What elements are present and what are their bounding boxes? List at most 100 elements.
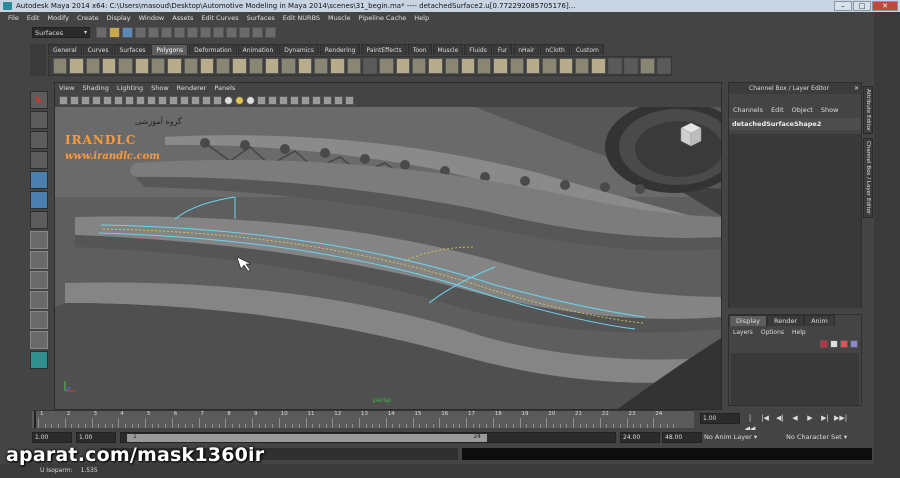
select-camera-icon[interactable] [59,96,68,105]
boolean-intersection-icon[interactable] [330,58,345,74]
range-slider-handle[interactable]: 1 24 [127,433,487,442]
smooth-shade-icon[interactable] [191,96,200,105]
poly-plane-icon[interactable] [118,58,133,74]
step-back-key-button[interactable]: |◀ [759,413,771,424]
split-polygon-icon[interactable] [477,58,492,74]
layer-tab-render[interactable]: Render [766,315,805,326]
poly-helix-icon[interactable] [199,58,215,74]
animation-end-field[interactable]: 48.00 [662,432,702,443]
boolean-union-icon[interactable] [297,58,312,74]
modeling-toolkit-icon[interactable] [30,351,48,369]
shelf-tab-ncloth[interactable]: nCloth [540,44,570,55]
time-slider[interactable]: 1 2 3 4 5 6 7 8 9 10 11 12 13 14 15 16 17 18 19 20 21 22 23 24 [32,410,694,428]
menu-edit[interactable]: Edit [23,12,44,24]
persp-graph-layout-icon[interactable] [30,291,48,309]
make-hole-icon[interactable] [444,58,459,74]
select-tool-icon[interactable] [30,91,48,109]
shelf-tab-polygons[interactable]: Polygons [151,44,189,55]
safe-action-icon[interactable] [158,96,167,105]
shelf-tab-toon[interactable]: Toon [407,44,432,55]
cb-menu-channels[interactable]: Channels [729,104,767,116]
resolution-gate-icon[interactable] [125,96,134,105]
render-settings-icon[interactable] [265,26,276,38]
default-light-icon[interactable] [224,96,233,105]
hypershade-layout-icon[interactable] [30,311,48,329]
shelf-tab-surfaces[interactable]: Surfaces [114,44,151,55]
camera-attributes-icon[interactable] [70,96,79,105]
cb-menu-object[interactable]: Object [788,104,817,116]
cylindrical-mapping-icon[interactable] [623,58,639,74]
select-object-icon[interactable] [148,26,159,38]
collapse-icon[interactable] [591,58,606,74]
shelf-options[interactable] [30,44,46,76]
menu-modify[interactable]: Modify [43,12,73,24]
snap-point-icon[interactable] [200,26,211,38]
menu-file[interactable]: File [4,12,23,24]
shelf-tab-custom[interactable]: Custom [570,44,604,55]
poly-cube-icon[interactable] [69,58,84,74]
lasso-tool-icon[interactable] [30,111,48,129]
fill-hole-icon[interactable] [428,58,443,74]
menu-window[interactable]: Window [135,12,169,24]
current-time-marker[interactable] [34,411,36,428]
shelf-tab-curves[interactable]: Curves [82,44,114,55]
insert-edge-loop-icon[interactable] [493,58,508,74]
render-icon[interactable] [239,26,250,38]
combine-icon[interactable] [248,58,264,74]
menu-surfaces[interactable]: Surfaces [243,12,279,24]
persp-outliner-layout-icon[interactable] [30,271,48,289]
poly-pipe-icon[interactable] [183,58,198,74]
paint-select-tool-icon[interactable] [30,131,48,149]
minimize-button[interactable]: – [834,1,852,11]
viewport-menu-shading[interactable]: Shading [78,83,112,94]
viewport-menu-panels[interactable]: Panels [210,83,239,94]
range-slider[interactable]: 1 24 [120,432,616,443]
planar-mapping-icon[interactable] [607,58,622,74]
automatic-mapping-icon[interactable] [640,58,655,74]
safe-title-icon[interactable] [169,96,178,105]
anti-aliasing-icon[interactable] [323,96,332,105]
menu-pipeline-cache[interactable]: Pipeline Cache [355,12,411,24]
depth-of-field-icon[interactable] [334,96,343,105]
ambient-occlusion-icon[interactable] [301,96,310,105]
xray-joints-icon[interactable] [279,96,288,105]
backface-culling-icon[interactable] [290,96,299,105]
poly-torus-icon[interactable] [134,58,149,74]
shelf-tab-nhair[interactable]: nHair [513,44,540,55]
menu-edit-curves[interactable]: Edit Curves [197,12,242,24]
average-vertices-icon[interactable] [411,58,427,74]
field-chart-icon[interactable] [147,96,156,105]
poly-platonic-icon[interactable] [232,58,247,74]
perspective-viewport[interactable]: View Shading Lighting Show Renderer Pane… [54,82,722,410]
viewport-menu-show[interactable]: Show [147,83,173,94]
shelf-tab-muscle[interactable]: Muscle [432,44,464,55]
bridge-icon[interactable] [542,58,557,74]
viewport-menu-renderer[interactable]: Renderer [173,83,211,94]
play-backwards-button[interactable]: ◀ [789,413,801,424]
scale-tool-icon[interactable] [30,191,48,209]
smooth-icon[interactable] [362,58,378,74]
anim-layer-selector[interactable]: No Anim Layer ▾ [704,432,757,443]
bevel-icon[interactable] [558,58,573,74]
viewport-menu-lighting[interactable]: Lighting [113,83,147,94]
maximize-button[interactable]: □ [853,1,871,11]
go-to-start-button[interactable]: |◀◀ [744,413,756,433]
playback-end-field[interactable]: 24.00 [620,432,660,443]
close-button[interactable]: ✕ [872,1,898,11]
cb-menu-edit[interactable]: Edit [767,104,788,116]
new-layer-icon[interactable] [840,340,848,348]
wireframe-on-shaded-icon[interactable] [202,96,211,105]
separate-icon[interactable] [265,58,280,74]
poly-sphere-icon[interactable] [53,58,68,74]
playback-start-field[interactable]: 1.00 [76,432,116,443]
shelf-tab-fluids[interactable]: Fluids [464,44,492,55]
move-layer-down-icon[interactable] [830,340,838,348]
snap-curve-icon[interactable] [187,26,198,38]
motion-blur-icon[interactable] [312,96,321,105]
current-time-field[interactable]: 1.00 [700,413,740,424]
menu-display[interactable]: Display [103,12,135,24]
merge-icon[interactable] [575,58,590,74]
new-scene-icon[interactable] [96,26,107,38]
textured-icon[interactable] [213,96,222,105]
save-scene-icon[interactable] [122,26,133,38]
